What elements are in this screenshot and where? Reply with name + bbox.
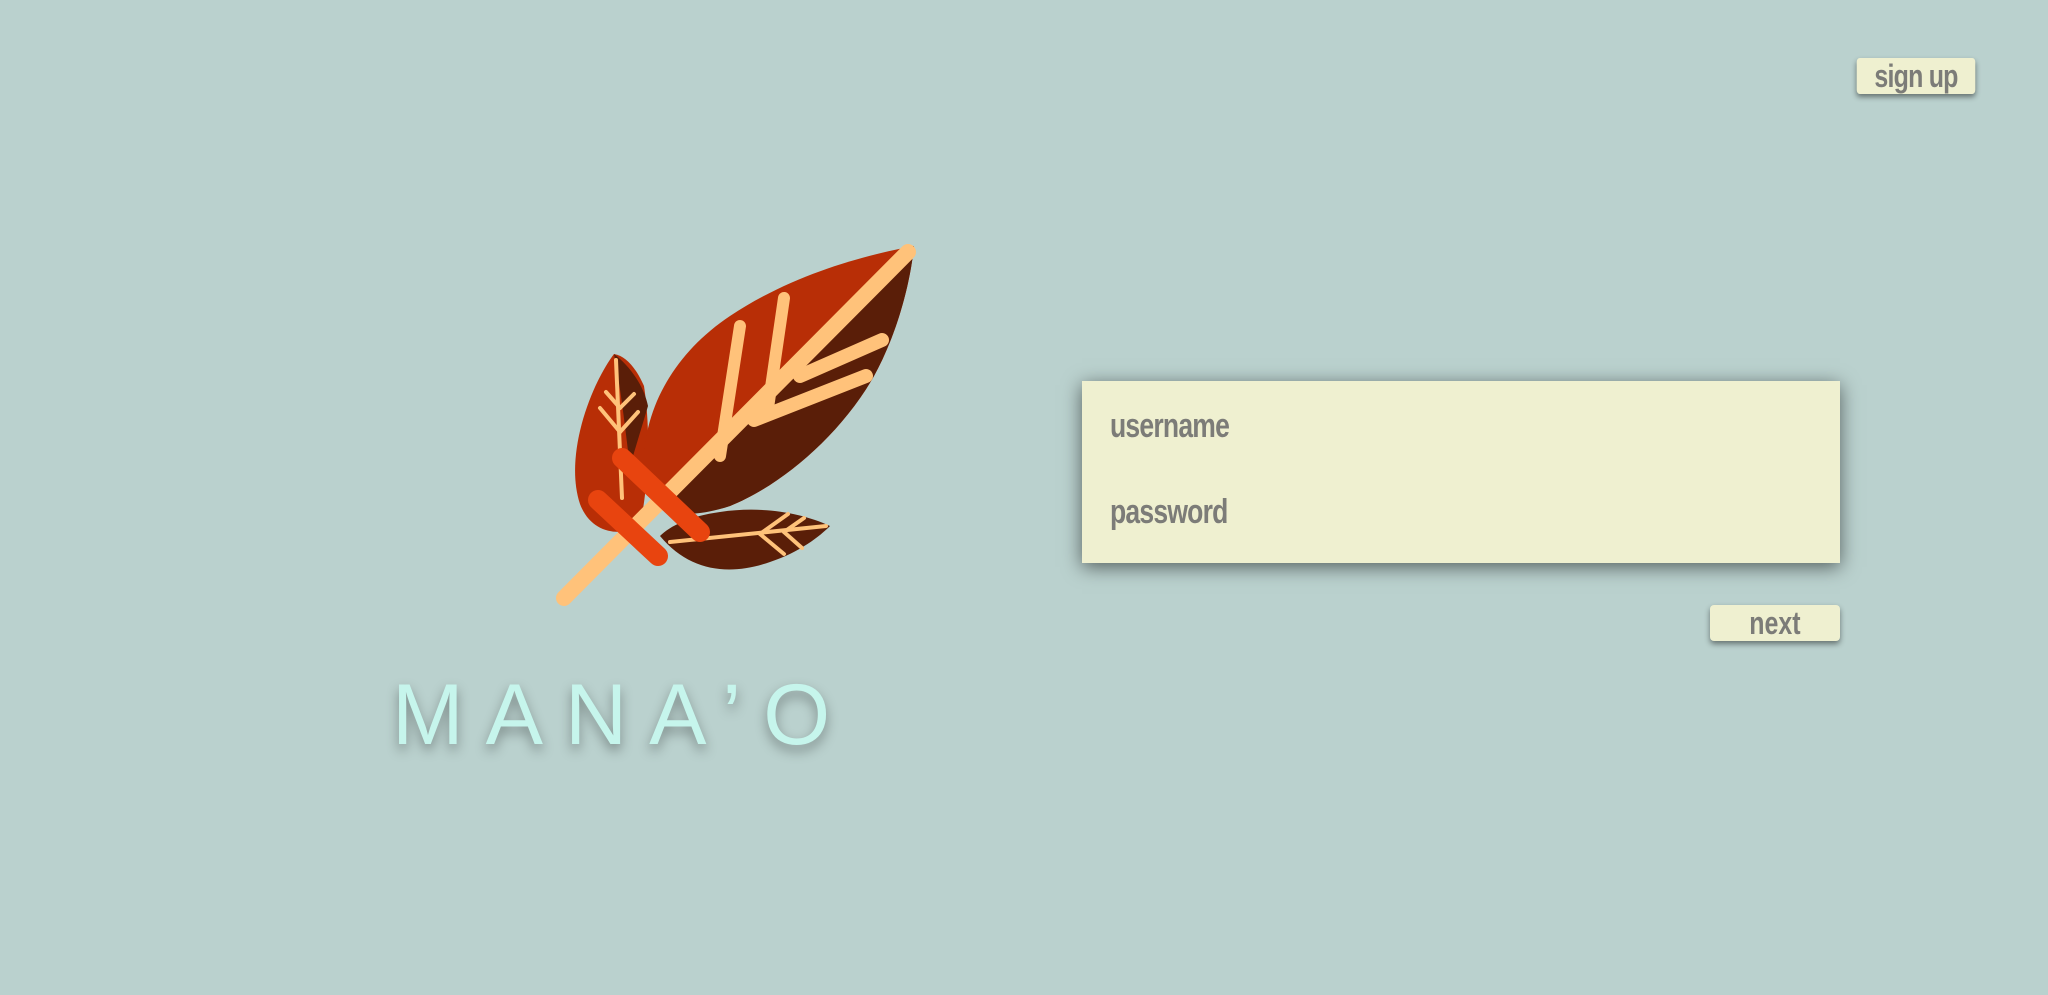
- sign-up-button[interactable]: sign up: [1856, 57, 1976, 94]
- next-label: next: [1749, 604, 1801, 641]
- next-button[interactable]: next: [1710, 605, 1840, 641]
- username-input[interactable]: [1110, 401, 1656, 451]
- password-input[interactable]: [1110, 487, 1656, 537]
- login-panel: [1082, 381, 1840, 563]
- feather-leaf-logo-icon: [556, 244, 916, 606]
- login-page: sign up MANA’O username next: [0, 0, 2048, 995]
- sign-up-label: sign up: [1874, 57, 1958, 94]
- brand-title: MANA’O: [392, 667, 853, 763]
